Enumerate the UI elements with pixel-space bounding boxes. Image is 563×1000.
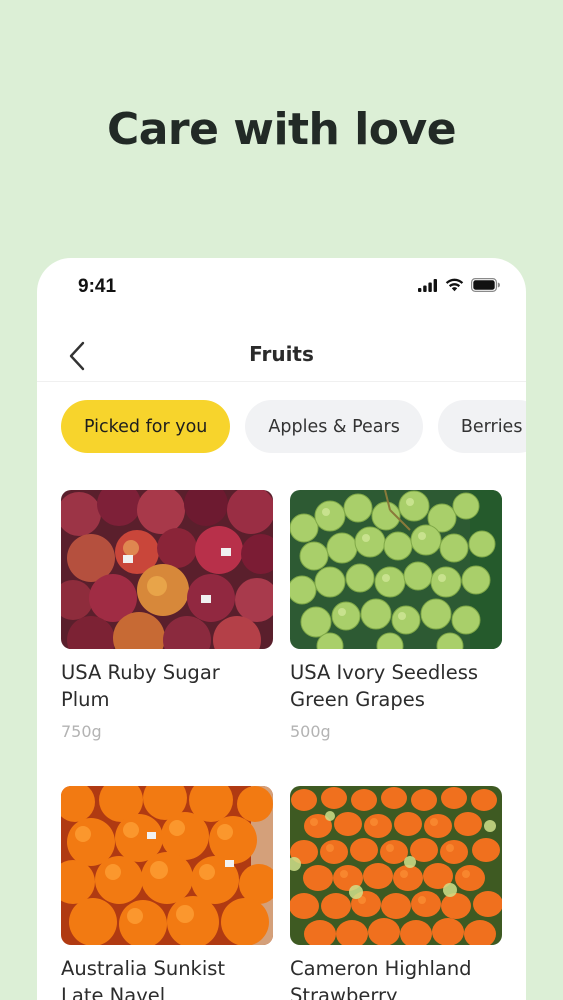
product-card[interactable]: USA Ivory Seedless Green Grapes 500g xyxy=(290,490,502,741)
status-icons xyxy=(418,278,500,292)
chip-apples-pears[interactable]: Apples & Pears xyxy=(245,400,423,453)
wifi-icon xyxy=(445,278,464,292)
category-chips: Picked for you Apples & Pears Berries xyxy=(61,400,526,453)
product-weight: 500g xyxy=(290,722,331,741)
product-weight: 750g xyxy=(61,722,102,741)
oranges-image xyxy=(61,786,273,945)
chip-picked-for-you[interactable]: Picked for you xyxy=(61,400,231,453)
status-bar: 9:41 xyxy=(37,258,526,316)
cellular-signal-icon xyxy=(418,278,437,292)
product-name: Australia Sunkist Late Navel xyxy=(61,957,226,1000)
product-name: Cameron Highland Strawberry xyxy=(290,957,472,1000)
product-name: USA Ivory Seedless Green Grapes xyxy=(290,661,479,711)
phone-screen: 9:41 Fruits Picked for you Apples & Pear… xyxy=(37,258,526,1000)
nav-divider xyxy=(37,381,526,382)
plums-image xyxy=(61,490,273,649)
product-card[interactable]: Cameron Highland Strawberry xyxy=(290,786,502,1000)
navigation-bar: Fruits xyxy=(37,330,526,382)
product-card[interactable]: USA Ruby Sugar Plum 750g xyxy=(61,490,273,741)
page-title: Fruits xyxy=(249,342,314,366)
chip-berries[interactable]: Berries xyxy=(437,400,526,453)
battery-icon xyxy=(471,278,500,292)
status-time: 9:41 xyxy=(78,276,117,297)
product-card[interactable]: Australia Sunkist Late Navel xyxy=(61,786,273,1000)
page-headline: Care with love xyxy=(106,104,457,155)
strawberries-image xyxy=(290,786,502,945)
product-name: USA Ruby Sugar Plum xyxy=(61,661,220,711)
green-grapes-image xyxy=(290,490,502,649)
